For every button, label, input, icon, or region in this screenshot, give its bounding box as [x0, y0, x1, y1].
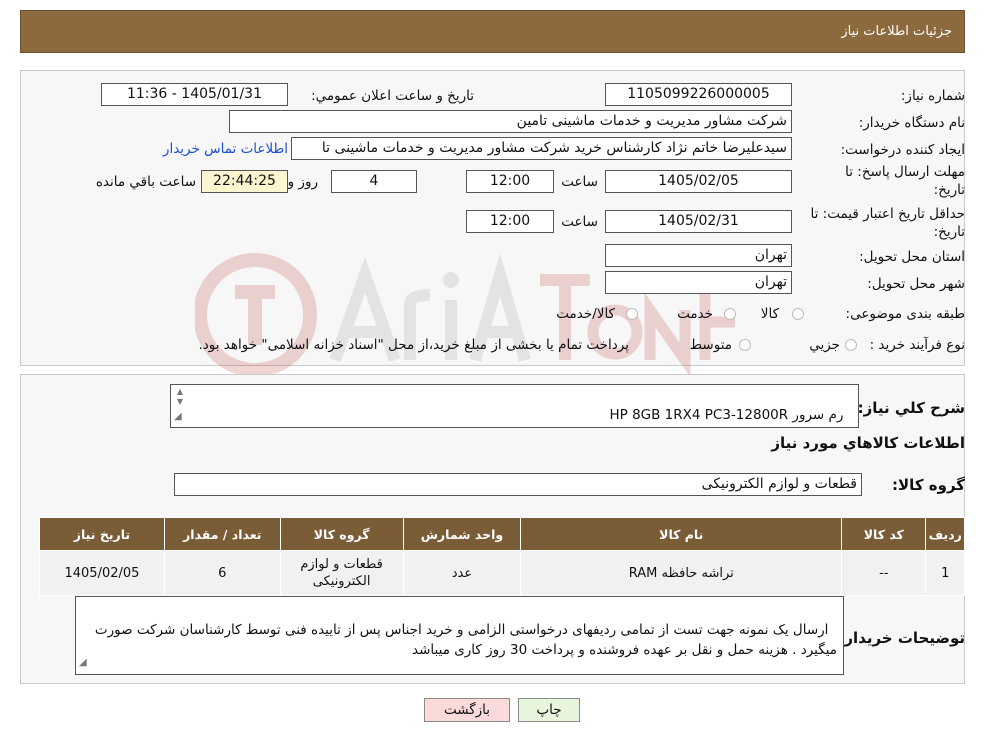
- cell-row: 1: [925, 550, 965, 596]
- buyer-notes-text: ارسال یک نمونه جهت تست از تمامی ردیفهای …: [90, 622, 837, 658]
- process-label: نوع فرآیند خرید :: [869, 337, 965, 353]
- items-table: ردیف کد کالا نام کالا واحد شمارش گروه کا…: [39, 517, 965, 596]
- announce-label: تاریخ و ساعت اعلان عمومي:: [311, 88, 474, 104]
- creator-field: سیدعلیرضا خاتم نژاد کارشناس خرید شرکت مش…: [291, 137, 792, 160]
- validity-label: حداقل تاریخ اعتبار قیمت: تا: [810, 206, 965, 222]
- category-goods-radio[interactable]: [792, 308, 804, 320]
- back-button[interactable]: بازگشت: [424, 698, 510, 722]
- goods-group-label: گروه کالا:: [892, 476, 965, 494]
- summary-text: رم سرور HP 8GB 1RX4 PC3-12800R PN:647899…: [609, 407, 853, 427]
- summary-textarea[interactable]: رم سرور HP 8GB 1RX4 PC3-12800R PN:647899…: [170, 384, 859, 428]
- col-name-header: نام کالا: [520, 517, 843, 551]
- deadline-time-label: ساعت: [561, 174, 598, 190]
- buyer-org-label: نام دستگاه خریدار:: [858, 115, 965, 131]
- process-medium-radio[interactable]: [739, 339, 751, 351]
- buyer-notes-textarea[interactable]: ارسال یک نمونه جهت تست از تمامی ردیفهای …: [75, 596, 844, 675]
- page-title: جزئیات اطلاعات نیاز: [841, 24, 952, 39]
- province-field: تهران: [605, 244, 792, 267]
- deadline-label: مهلت ارسال پاسخ: تا: [845, 164, 965, 180]
- process-minor-radio[interactable]: [845, 339, 857, 351]
- resize-grip-icon[interactable]: ◢: [79, 653, 87, 673]
- cell-code: --: [841, 550, 927, 596]
- category-label: طبقه بندی موضوعی:: [845, 306, 965, 322]
- cell-name: تراشه حافظه RAM: [520, 550, 843, 596]
- category-service-label: خدمت: [677, 306, 713, 322]
- resize-grip-icon[interactable]: ◢: [174, 407, 182, 426]
- col-code-header: کد کالا: [841, 517, 927, 551]
- page-header: جزئیات اطلاعات نیاز: [20, 10, 965, 53]
- city-field: تهران: [605, 271, 792, 294]
- category-service-radio[interactable]: [724, 308, 736, 320]
- validity-date-field: 1405/02/31: [605, 210, 792, 233]
- validity-time-label: ساعت: [561, 214, 598, 230]
- process-minor-label: جزیي: [809, 337, 840, 353]
- days-label: روز و: [287, 174, 318, 190]
- buyer-org-field: شرکت مشاور مدیریت و خدمات ماشینی تامین: [229, 110, 792, 133]
- category-goods-service-radio[interactable]: [626, 308, 638, 320]
- days-remaining-field: 4: [331, 170, 417, 193]
- remaining-time-label: ساعت باقي مانده: [95, 174, 196, 190]
- col-qty-header: تعداد / مقدار: [163, 517, 281, 551]
- need-number-field: 1105099226000005: [605, 83, 792, 106]
- remaining-time-field: 22:44:25: [201, 170, 288, 193]
- col-group-header: گروه کالا: [279, 517, 404, 551]
- summary-label: شرح کلي نیاز:: [857, 399, 965, 417]
- process-medium-label: متوسط: [689, 337, 732, 353]
- col-row-header: ردیف: [925, 517, 965, 551]
- province-label: استان محل تحویل:: [859, 249, 965, 265]
- deadline-label-date: تاریخ:: [933, 182, 965, 198]
- cell-date: 1405/02/05: [39, 550, 165, 596]
- announce-field: 1405/01/31 - 11:36: [101, 83, 288, 106]
- cell-unit: عدد: [402, 550, 522, 596]
- cell-qty: 6: [163, 550, 281, 596]
- validity-time-field: 12:00: [466, 210, 554, 233]
- cell-group: قطعات و لوازم الکترونیکی: [279, 550, 404, 596]
- table-row: 1 -- تراشه حافظه RAM عدد قطعات و لوازم ا…: [39, 550, 965, 596]
- deadline-date-field: 1405/02/05: [605, 170, 792, 193]
- col-date-header: تاریخ نیاز: [39, 517, 165, 551]
- goods-section-title: اطلاعات کالاهاي مورد نیاز: [771, 434, 965, 452]
- category-goods-label: کالا: [760, 306, 779, 322]
- buyer-contact-link[interactable]: اطلاعات تماس خریدار: [163, 141, 288, 157]
- print-button[interactable]: چاپ: [518, 698, 580, 722]
- creator-label: ایجاد کننده درخواست:: [840, 142, 965, 158]
- buyer-notes-label: توضیحات خریدار:: [838, 629, 965, 647]
- validity-label-date: تاریخ:: [933, 224, 965, 240]
- need-number-label: شماره نیاز:: [900, 88, 965, 104]
- deadline-time-field: 12:00: [466, 170, 554, 193]
- category-goods-service-label: کالا/خدمت: [556, 306, 615, 322]
- city-label: شهر محل تحویل:: [867, 276, 965, 292]
- goods-group-field: قطعات و لوازم الکترونیکی: [174, 473, 862, 496]
- col-unit-header: واحد شمارش: [402, 517, 522, 551]
- process-payment-note: پرداخت تمام یا بخشی از مبلغ خرید،از محل …: [198, 337, 629, 353]
